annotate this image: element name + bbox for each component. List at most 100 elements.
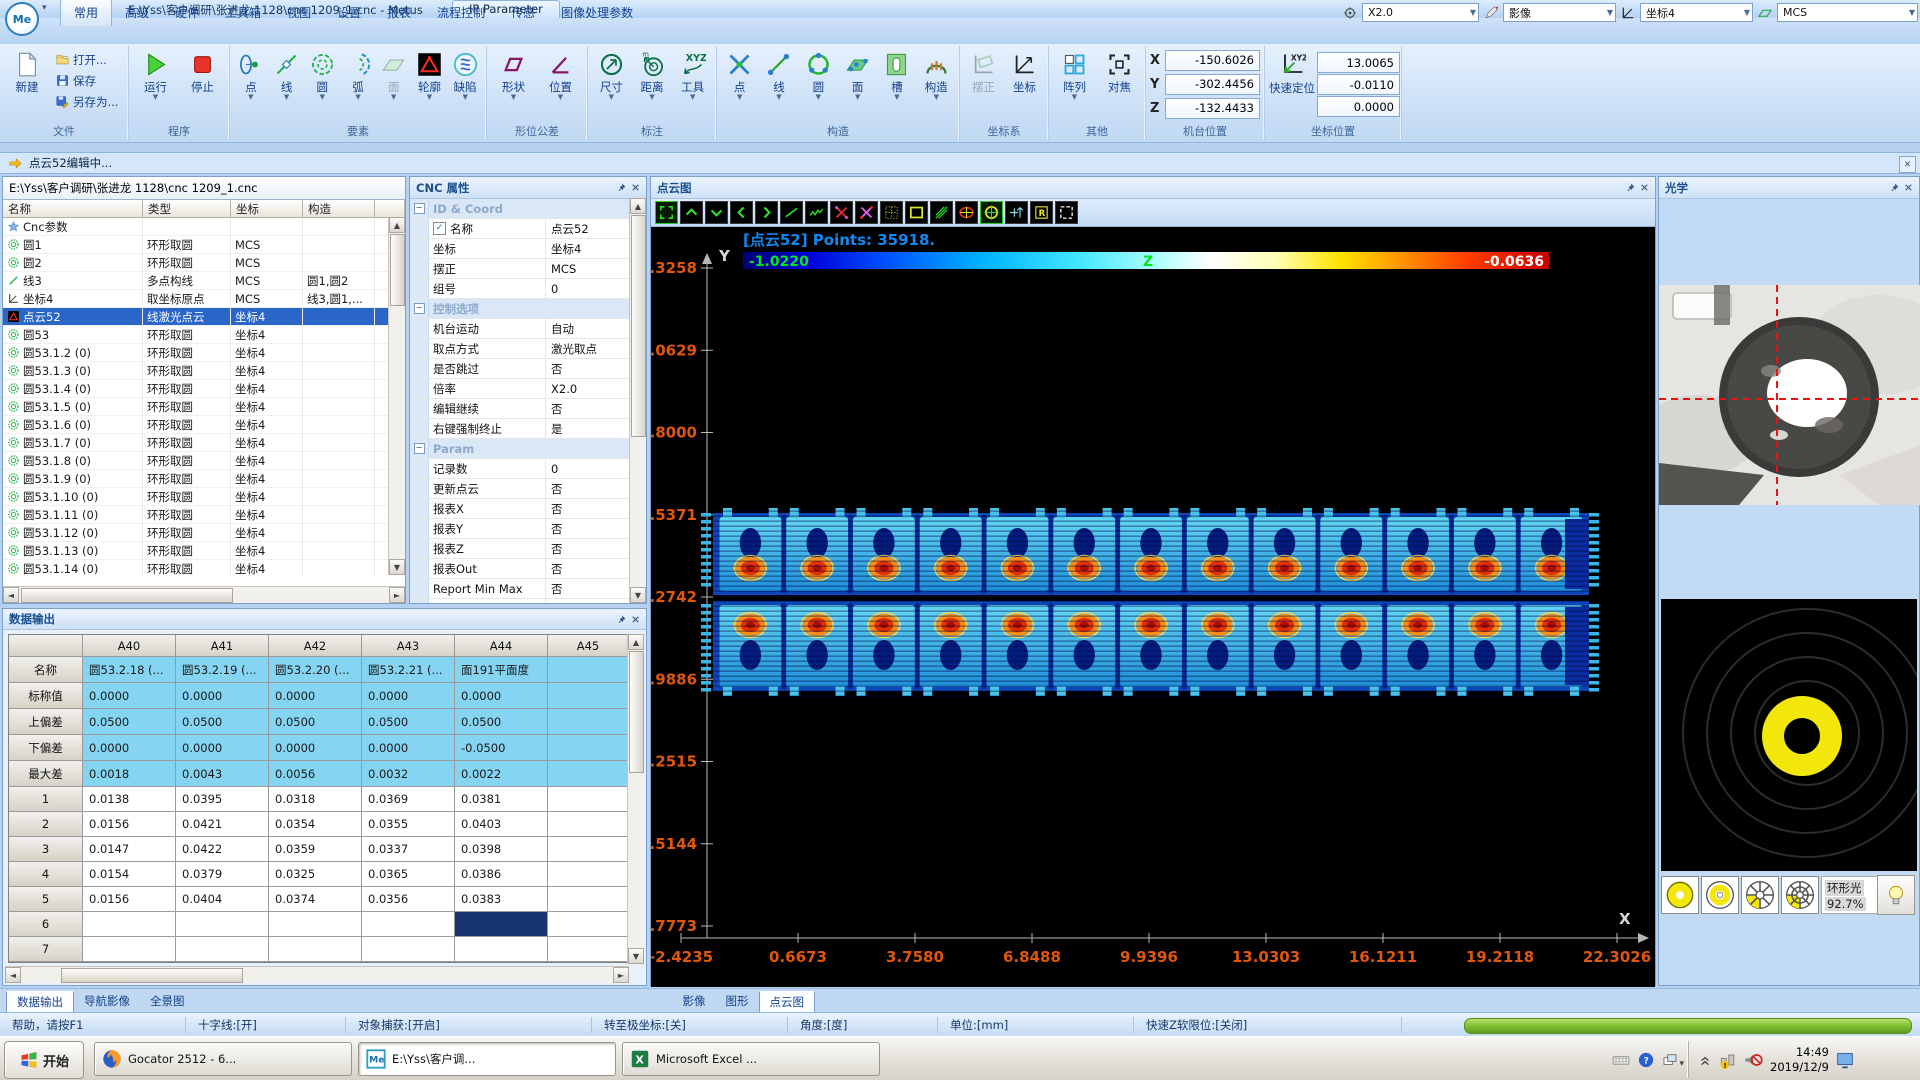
cnc-property-row[interactable]: 取点方式激光取点 <box>410 339 646 359</box>
button-点[interactable]: 点▼ <box>234 49 268 100</box>
table-cell[interactable]: 0.0500 <box>269 709 362 735</box>
light-toggle-button[interactable] <box>1877 875 1915 915</box>
scroll-up-icon[interactable]: ▲ <box>389 217 405 233</box>
pin-icon[interactable] <box>1623 181 1637 195</box>
tree-row[interactable]: 圆53.1.2 (0)环形取圆坐标4 <box>3 344 405 362</box>
table-cell[interactable]: 0.0403 <box>455 812 548 837</box>
scroll-thumb[interactable] <box>629 651 644 773</box>
window-icon[interactable] <box>1661 1051 1679 1069</box>
close-icon[interactable] <box>628 612 642 626</box>
cnc-property-row[interactable]: 右键强制终止是 <box>410 419 646 439</box>
cnc-property-row[interactable]: 报表Out否 <box>410 559 646 579</box>
button-尺寸[interactable]: 尺寸▼ <box>592 49 631 100</box>
table-cell[interactable] <box>548 709 629 735</box>
tab-点云图[interactable]: 点云图 <box>759 991 816 1013</box>
show-desktop-icon[interactable] <box>1834 1049 1856 1071</box>
table-cell[interactable] <box>548 887 629 912</box>
table-cell[interactable]: A45 <box>548 635 629 657</box>
table-cell[interactable]: 0.0318 <box>269 787 362 812</box>
button-轮廓[interactable]: 轮廓▼ <box>413 49 447 100</box>
table-cell[interactable]: 0.0356 <box>362 887 455 912</box>
button-位置[interactable]: 位置▼ <box>538 49 583 100</box>
toolbar-pan-down-icon[interactable] <box>705 201 728 224</box>
cnc-property-row[interactable]: 记录数0 <box>410 459 646 479</box>
table-cell[interactable] <box>362 912 455 937</box>
toolbar-pan-left-icon[interactable] <box>730 201 753 224</box>
data-hscrollbar[interactable]: ◄► <box>5 966 629 983</box>
toolbar-report-region-icon[interactable]: R <box>1030 201 1053 224</box>
scroll-down-icon[interactable]: ▼ <box>630 587 646 603</box>
tree-row[interactable]: 圆53.1.3 (0)环形取圆坐标4 <box>3 362 405 380</box>
data-vscrollbar[interactable]: ▲▼ <box>627 634 644 964</box>
button-线[interactable]: 线▼ <box>760 49 797 100</box>
light-ring-light-donut-icon[interactable] <box>1701 876 1739 914</box>
toolbar-fit-view-icon[interactable] <box>655 201 678 224</box>
ribbon-tab-图像处理参数[interactable]: 图像处理参数 <box>548 0 646 26</box>
button-对焦[interactable]: 对焦 <box>1098 49 1141 95</box>
table-cell[interactable]: 0.0147 <box>83 837 176 862</box>
tree-row[interactable]: 坐标4取坐标原点MCS线3,圆1,... <box>3 290 405 308</box>
ribbon-tab-报表[interactable]: 报表 <box>374 0 424 26</box>
tree-hscrollbar[interactable]: ◄► <box>3 586 405 603</box>
button-阵列[interactable]: 阵列▼ <box>1053 49 1096 100</box>
button-新建[interactable]: 新建 <box>4 49 50 95</box>
tab-数据输出[interactable]: 数据输出 <box>6 991 74 1013</box>
select-coord[interactable]: 坐标4▼ <box>1640 3 1753 22</box>
table-cell[interactable]: 0.0156 <box>83 812 176 837</box>
ribbon-tab-流程控制[interactable]: 流程控制 <box>424 0 498 26</box>
button-坐标[interactable]: 坐标 <box>1005 49 1044 95</box>
table-cell[interactable]: 0.0018 <box>83 761 176 787</box>
tree-row[interactable]: 圆53.1.13 (0)环形取圆坐标4 <box>3 542 405 560</box>
table-cell[interactable] <box>548 683 629 709</box>
scroll-left-icon[interactable]: ◄ <box>5 967 21 983</box>
cnc-vscrollbar[interactable]: ▲▼ <box>629 198 646 603</box>
ribbon-tab-设置[interactable]: 设置 <box>324 0 374 26</box>
table-cell[interactable]: 0.0337 <box>362 837 455 862</box>
table-cell[interactable] <box>548 657 629 683</box>
cnc-property-row[interactable]: 编辑继续否 <box>410 399 646 419</box>
tree-row[interactable]: 圆53.1.5 (0)环形取圆坐标4 <box>3 398 405 416</box>
cnc-section-ID & Coord[interactable]: −ID & Coord <box>410 199 646 219</box>
button-打开...[interactable]: 打开... <box>52 50 121 69</box>
tree-column-类型[interactable]: 类型 <box>143 200 231 218</box>
table-cell[interactable] <box>176 937 269 962</box>
toolbar-circle-fit-icon[interactable] <box>980 201 1003 224</box>
start-button[interactable]: 开始 <box>4 1041 84 1079</box>
table-cell[interactable]: 0.0000 <box>362 683 455 709</box>
button-构造[interactable]: 构造▼ <box>918 49 955 100</box>
taskbar-app[interactable]: XMicrosoft Excel ... <box>622 1042 880 1076</box>
ribbon-tab-硬件[interactable]: 硬件 <box>162 0 212 26</box>
button-圆[interactable]: 圆▼ <box>800 49 837 100</box>
button-面[interactable]: 面▼ <box>839 49 876 100</box>
table-cell[interactable] <box>548 812 629 837</box>
tree-row[interactable]: 圆53.1.11 (0)环形取圆坐标4 <box>3 506 405 524</box>
scroll-up-icon[interactable]: ▲ <box>628 634 644 650</box>
tree-vscrollbar[interactable]: ▲▼ <box>388 217 405 575</box>
tree-row[interactable]: 圆53环形取圆坐标4 <box>3 326 405 344</box>
table-cell[interactable]: 0.0325 <box>269 862 362 887</box>
ribbon-tab-常用[interactable]: 常用 <box>60 0 112 26</box>
button-面[interactable]: 面▼ <box>377 49 411 100</box>
table-cell[interactable]: 0.0421 <box>176 812 269 837</box>
cnc-property-row[interactable]: 机台运动自动 <box>410 319 646 339</box>
table-cell[interactable]: 0.0000 <box>269 683 362 709</box>
table-cell[interactable]: 0.0000 <box>455 683 548 709</box>
table-cell[interactable]: 0.0383 <box>455 887 548 912</box>
table-cell[interactable] <box>548 837 629 862</box>
table-cell[interactable] <box>548 912 629 937</box>
toolbar-crop-cross-icon[interactable] <box>855 201 878 224</box>
axes-small-icon[interactable] <box>1620 5 1636 21</box>
button-工具[interactable]: XYZ工具▼ <box>673 49 712 100</box>
table-cell[interactable]: 0.0138 <box>83 787 176 812</box>
button-点[interactable]: 点▼ <box>721 49 758 100</box>
cnc-property-row[interactable]: 组号0 <box>410 279 646 299</box>
select-align[interactable]: MCS▼ <box>1777 3 1918 22</box>
toolbar-pan-right-icon[interactable] <box>755 201 778 224</box>
select-video[interactable]: 影像▼ <box>1503 3 1616 22</box>
tree-row[interactable]: 线3多点构线MCS圆1,圆2 <box>3 272 405 290</box>
volume-muted-icon[interactable] <box>1743 1050 1763 1070</box>
table-cell[interactable] <box>548 937 629 962</box>
toolbar-level-icon[interactable] <box>1005 201 1028 224</box>
table-cell[interactable]: 0.0500 <box>176 709 269 735</box>
tab-导航影像[interactable]: 导航影像 <box>74 991 140 1013</box>
